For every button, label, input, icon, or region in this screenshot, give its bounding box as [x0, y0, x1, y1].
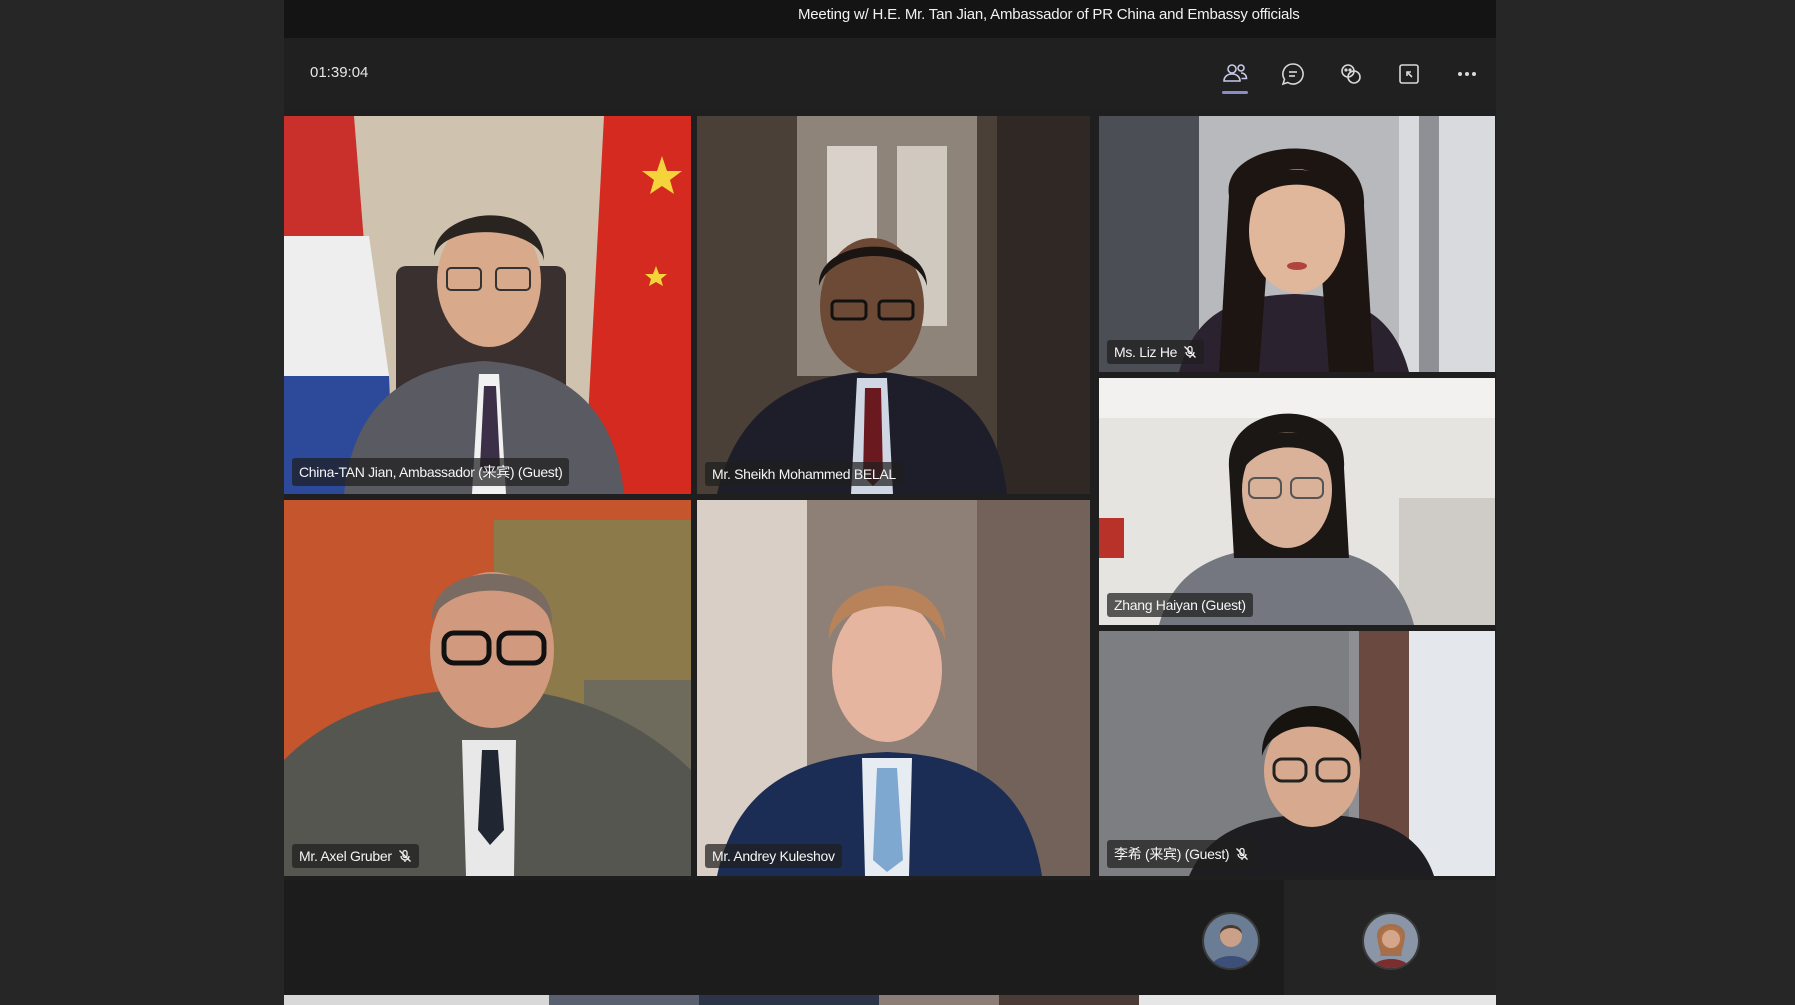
participant-name: Mr. Sheikh Mohammed BELAL [712, 466, 896, 482]
people-icon [1223, 64, 1248, 82]
meeting-controls-bar: 01:39:04 [284, 38, 1496, 110]
participant-name-label: Mr. Sheikh Mohammed BELAL [705, 462, 903, 486]
participant-avatar-2[interactable] [1362, 912, 1420, 970]
meeting-toolbar [1206, 38, 1496, 110]
reactions-button[interactable] [1322, 38, 1380, 110]
chat-button[interactable] [1264, 38, 1322, 110]
video-grid: China-TAN Jian, Ambassador (来宾) (Guest) [284, 110, 1496, 880]
thumbnail-segment [999, 995, 1139, 1005]
participant-name: China-TAN Jian, Ambassador (来宾) (Guest) [299, 464, 563, 480]
video-feed [697, 116, 1090, 494]
more-options-button[interactable] [1438, 38, 1496, 110]
reactions-icon [1341, 64, 1361, 84]
participant-thumbnail-strip [284, 995, 1496, 1005]
thumbnail-segment [699, 995, 879, 1005]
participant-name-label: Mr. Axel Gruber [292, 844, 419, 868]
participant-name-label: China-TAN Jian, Ambassador (来宾) (Guest) [292, 458, 570, 486]
video-feed [697, 500, 1090, 876]
share-screen-icon [1399, 64, 1419, 84]
video-tile-li-guest[interactable]: 李希 (来宾) (Guest) [1099, 631, 1495, 876]
video-feed [1099, 116, 1495, 372]
participant-avatar-1[interactable] [1202, 912, 1260, 970]
video-tile-liz-he[interactable]: Ms. Liz He [1099, 116, 1495, 372]
participant-name: 李希 (来宾) (Guest) [1114, 846, 1230, 862]
participant-name: Ms. Liz He [1114, 344, 1178, 360]
participants-button[interactable] [1206, 38, 1264, 110]
video-tile-sheikh-belal[interactable]: Mr. Sheikh Mohammed BELAL [697, 116, 1090, 494]
video-tile-andrey-kuleshov[interactable]: Mr. Andrey Kuleshov [697, 500, 1090, 876]
participant-name-label: Mr. Andrey Kuleshov [705, 844, 842, 868]
video-feed [284, 116, 691, 494]
thumbnail-segment [284, 995, 549, 1005]
more-icon [1458, 72, 1476, 76]
video-tile-axel-gruber[interactable]: Mr. Axel Gruber [284, 500, 691, 876]
video-feed [284, 500, 691, 876]
meeting-window: Meeting w/ H.E. Mr. Tan Jian, Ambassador… [284, 0, 1496, 1005]
share-screen-button[interactable] [1380, 38, 1438, 110]
participant-name-label: 李希 (来宾) (Guest) [1107, 840, 1257, 868]
bottom-participant-area [284, 880, 1496, 1005]
video-tile-tan-jian[interactable]: China-TAN Jian, Ambassador (来宾) (Guest) [284, 116, 691, 494]
meeting-title: Meeting w/ H.E. Mr. Tan Jian, Ambassador… [798, 6, 1300, 23]
video-feed [1099, 378, 1495, 625]
bottom-right-panel [1284, 880, 1496, 995]
video-tile-zhang-haiyan[interactable]: Zhang Haiyan (Guest) [1099, 378, 1495, 625]
participant-name-label: Zhang Haiyan (Guest) [1107, 593, 1253, 617]
chat-icon [1281, 63, 1304, 86]
thumbnail-segment [549, 995, 699, 1005]
thumbnail-segment [1139, 995, 1496, 1005]
title-bar: Meeting w/ H.E. Mr. Tan Jian, Ambassador… [284, 0, 1496, 38]
participant-name: Zhang Haiyan (Guest) [1114, 597, 1246, 613]
mic-off-icon [1184, 345, 1197, 358]
mic-off-icon [398, 849, 411, 862]
participant-name: Mr. Axel Gruber [299, 848, 392, 864]
avatar-image [1364, 914, 1418, 968]
participant-name-label: Ms. Liz He [1107, 340, 1205, 364]
avatar-image [1204, 914, 1258, 968]
participant-name: Mr. Andrey Kuleshov [712, 848, 835, 864]
meeting-timer: 01:39:04 [310, 64, 369, 81]
thumbnail-segment [879, 995, 999, 1005]
mic-off-icon [1236, 847, 1249, 860]
